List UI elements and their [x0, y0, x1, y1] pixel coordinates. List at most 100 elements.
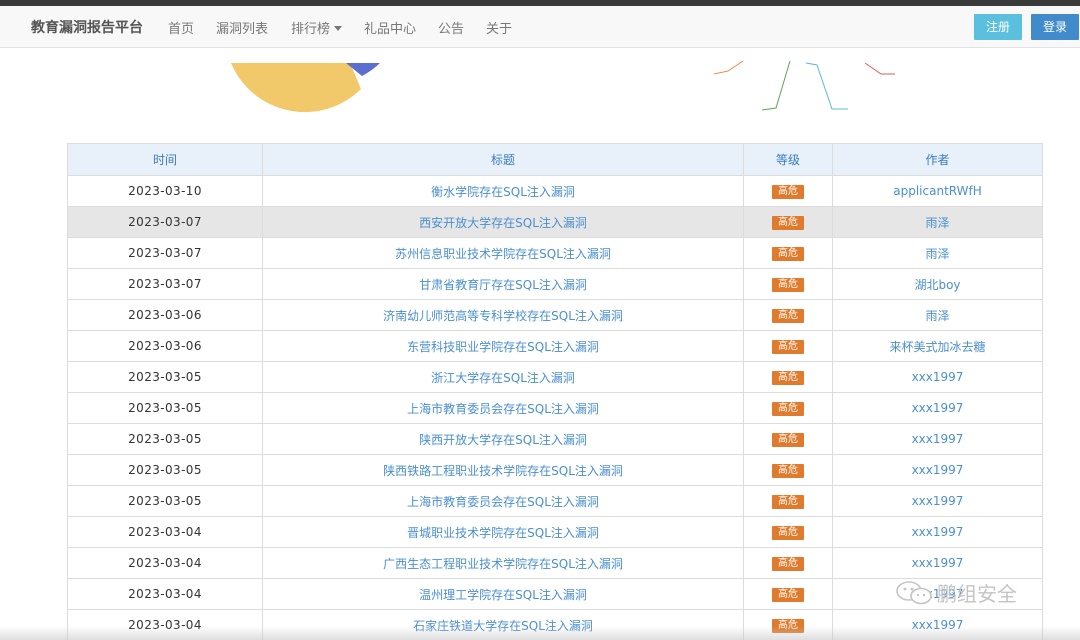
- cell-author-link[interactable]: applicantRWfH: [832, 175, 1043, 207]
- table-row[interactable]: 2023-03-10 衡水学院存在SQL注入漏洞 高危 applicantRWfH: [67, 175, 1043, 207]
- cell-author-link[interactable]: 湖北boy: [832, 268, 1043, 300]
- login-button[interactable]: 登录: [1031, 14, 1079, 40]
- cell-title-link[interactable]: 西安开放大学存在SQL注入漏洞: [262, 206, 744, 238]
- cell-title-link[interactable]: 上海市教育委员会存在SQL注入漏洞: [262, 485, 744, 517]
- cell-title-link[interactable]: 广西生态工程职业技术学院存在SQL注入漏洞: [262, 547, 744, 579]
- severity-badge: 高危: [772, 526, 804, 540]
- cell-title-link[interactable]: 济南幼儿师范高等专科学校存在SQL注入漏洞: [262, 299, 744, 331]
- table-row[interactable]: 2023-03-05 陕西开放大学存在SQL注入漏洞 高危 xxx1997: [67, 423, 1043, 455]
- table-row[interactable]: 2023-03-04 广西生态工程职业技术学院存在SQL注入漏洞 高危 xxx1997: [67, 547, 1043, 579]
- cell-title-link[interactable]: 温州理工学院存在SQL注入漏洞: [262, 578, 744, 610]
- line-series-orange: [713, 60, 744, 75]
- cell-time: 2023-03-05: [67, 454, 263, 486]
- cell-time: 2023-03-05: [67, 361, 263, 393]
- nav-ranking-label: 排行榜: [291, 22, 331, 37]
- cell-title-link[interactable]: 苏州信息职业技术学院存在SQL注入漏洞: [262, 237, 744, 269]
- watermark-text: 鹏组安全: [937, 582, 1017, 606]
- register-button[interactable]: 注册: [974, 14, 1022, 40]
- cell-time: 2023-03-05: [67, 423, 263, 455]
- severity-badge: 高危: [772, 433, 804, 447]
- table-row[interactable]: 2023-03-07 甘肃省教育厅存在SQL注入漏洞 高危 湖北boy: [67, 268, 1043, 300]
- cell-level: 高危: [743, 361, 833, 393]
- bottom-shadow: [0, 626, 1080, 640]
- cell-level: 高危: [743, 392, 833, 424]
- cell-author-link[interactable]: 雨泽: [832, 206, 1043, 238]
- header-time: 时间: [67, 143, 263, 176]
- severity-badge: 高危: [772, 185, 804, 199]
- cell-author-link[interactable]: xxx1997: [832, 547, 1043, 579]
- cell-level: 高危: [743, 485, 833, 517]
- cell-title-link[interactable]: 晋城职业技术学院存在SQL注入漏洞: [262, 516, 744, 548]
- line-series-red: [864, 62, 895, 75]
- cell-level: 高危: [743, 578, 833, 610]
- cell-title-link[interactable]: 甘肃省教育厅存在SQL注入漏洞: [262, 268, 744, 300]
- table-row[interactable]: 2023-03-05 陕西铁路工程职业技术学院存在SQL注入漏洞 高危 xxx1997: [67, 454, 1043, 486]
- table-row[interactable]: 2023-03-05 上海市教育委员会存在SQL注入漏洞 高危 xxx1997: [67, 485, 1043, 517]
- cell-author-link[interactable]: 雨泽: [832, 299, 1043, 331]
- cell-author-link[interactable]: xxx1997: [832, 454, 1043, 486]
- table-row[interactable]: 2023-03-05 上海市教育委员会存在SQL注入漏洞 高危 xxx1997: [67, 392, 1043, 424]
- wechat-icon: [896, 580, 932, 604]
- cell-title-link[interactable]: 陕西铁路工程职业技术学院存在SQL注入漏洞: [262, 454, 744, 486]
- cell-title-link[interactable]: 东营科技职业学院存在SQL注入漏洞: [262, 330, 744, 362]
- table-row[interactable]: 2023-03-06 济南幼儿师范高等专科学校存在SQL注入漏洞 高危 雨泽: [67, 299, 1043, 331]
- cell-level: 高危: [743, 423, 833, 455]
- cell-time: 2023-03-05: [67, 485, 263, 517]
- cell-title-link[interactable]: 浙江大学存在SQL注入漏洞: [262, 361, 744, 393]
- table-row[interactable]: 2023-03-07 苏州信息职业技术学院存在SQL注入漏洞 高危 雨泽: [67, 237, 1043, 269]
- navbar: 教育漏洞报告平台 首页 漏洞列表 排行榜 礼品中心 公告 关于 注册 登录: [0, 6, 1080, 48]
- table-row[interactable]: 2023-03-06 东营科技职业学院存在SQL注入漏洞 高危 来杯美式加冰去糖: [67, 330, 1043, 362]
- nav-about[interactable]: 关于: [486, 18, 512, 37]
- cell-level: 高危: [743, 547, 833, 579]
- cell-level: 高危: [743, 206, 833, 238]
- severity-badge: 高危: [772, 402, 804, 416]
- table-row[interactable]: 2023-03-05 浙江大学存在SQL注入漏洞 高危 xxx1997: [67, 361, 1043, 393]
- table-row[interactable]: 2023-03-07 西安开放大学存在SQL注入漏洞 高危 雨泽: [67, 206, 1043, 238]
- cell-author-link[interactable]: xxx1997: [832, 485, 1043, 517]
- line-series-blue: [805, 62, 848, 110]
- vuln-table: 时间 标题 等级 作者 2023-03-10 衡水学院存在SQL注入漏洞 高危 app…: [67, 143, 1043, 640]
- cell-time: 2023-03-07: [67, 206, 263, 238]
- severity-badge: 高危: [772, 557, 804, 571]
- cell-title-link[interactable]: 衡水学院存在SQL注入漏洞: [262, 175, 744, 207]
- severity-badge: 高危: [772, 464, 804, 478]
- nav-home[interactable]: 首页: [168, 18, 194, 37]
- cell-time: 2023-03-06: [67, 299, 263, 331]
- cell-author-link[interactable]: 来杯美式加冰去糖: [832, 330, 1043, 362]
- cell-time: 2023-03-10: [67, 175, 263, 207]
- table-body: 2023-03-10 衡水学院存在SQL注入漏洞 高危 applicantRWfH 20…: [67, 175, 1043, 640]
- cell-time: 2023-03-04: [67, 578, 263, 610]
- nav-vuln-list[interactable]: 漏洞列表: [216, 18, 268, 37]
- brand-title[interactable]: 教育漏洞报告平台: [31, 17, 143, 37]
- cell-author-link[interactable]: xxx1997: [832, 423, 1043, 455]
- cell-author-link[interactable]: 雨泽: [832, 237, 1043, 269]
- cell-author-link[interactable]: xxx1997: [832, 392, 1043, 424]
- cell-author-link[interactable]: xxx1997: [832, 516, 1043, 548]
- cell-level: 高危: [743, 330, 833, 362]
- caret-down-icon: [334, 26, 343, 31]
- severity-badge: 高危: [772, 588, 804, 602]
- nav-gift-center[interactable]: 礼品中心: [364, 18, 416, 37]
- severity-badge: 高危: [772, 216, 804, 230]
- header-title: 标题: [262, 143, 744, 176]
- pie-slice-yellow: [231, 63, 361, 113]
- cell-level: 高危: [743, 237, 833, 269]
- header-author: 作者: [832, 143, 1043, 176]
- cell-title-link[interactable]: 上海市教育委员会存在SQL注入漏洞: [262, 392, 744, 424]
- cell-time: 2023-03-06: [67, 330, 263, 362]
- nav-announcement[interactable]: 公告: [438, 18, 464, 37]
- cell-time: 2023-03-07: [67, 268, 263, 300]
- cell-time: 2023-03-07: [67, 237, 263, 269]
- line-chart: [713, 60, 895, 111]
- severity-badge: 高危: [772, 340, 804, 354]
- cell-level: 高危: [743, 299, 833, 331]
- charts-area: [231, 60, 895, 113]
- cell-author-link[interactable]: xxx1997: [832, 361, 1043, 393]
- cell-title-link[interactable]: 陕西开放大学存在SQL注入漏洞: [262, 423, 744, 455]
- table-row[interactable]: 2023-03-04 晋城职业技术学院存在SQL注入漏洞 高危 xxx1997: [67, 516, 1043, 548]
- nav-ranking[interactable]: 排行榜: [291, 18, 343, 37]
- header-level: 等级: [743, 143, 833, 176]
- cell-time: 2023-03-04: [67, 547, 263, 579]
- cell-level: 高危: [743, 268, 833, 300]
- severity-badge: 高危: [772, 247, 804, 261]
